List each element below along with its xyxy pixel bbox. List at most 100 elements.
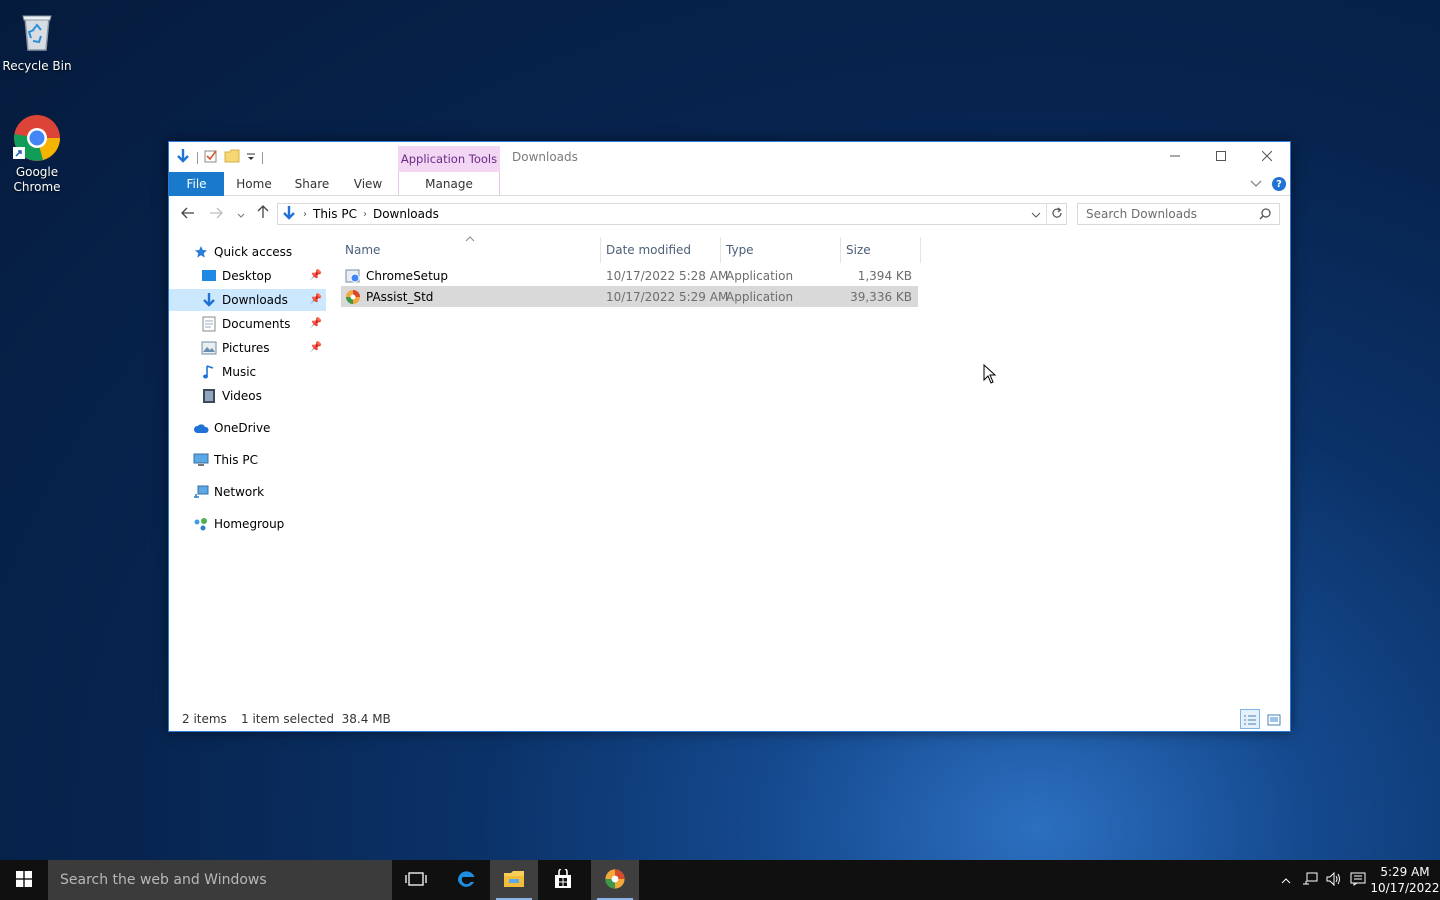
- item-count: 2 items: [182, 712, 227, 726]
- desktop-icon-label: Recycle Bin: [2, 59, 72, 73]
- file-date: 10/17/2022 5:29 AM: [606, 289, 729, 304]
- network-tray-icon: [1302, 872, 1318, 889]
- customize-qat-icon[interactable]: [246, 151, 256, 165]
- column-header-size[interactable]: Size: [842, 237, 921, 263]
- maximize-button[interactable]: [1198, 142, 1244, 172]
- search-icon: [1259, 208, 1271, 223]
- search-box[interactable]: [1077, 203, 1280, 225]
- installer-icon: [345, 265, 361, 286]
- tab-share[interactable]: Share: [285, 172, 339, 196]
- nav-item-videos[interactable]: Videos: [169, 385, 326, 407]
- close-button[interactable]: [1244, 142, 1290, 172]
- nav-item-quick-access[interactable]: Quick access: [169, 241, 326, 263]
- downloads-location-icon: [281, 205, 297, 224]
- search-input[interactable]: [1086, 207, 1256, 221]
- speaker-icon: [1326, 871, 1342, 889]
- navigation-pane: Quick access Desktop 📌 Downloads 📌 Docum…: [169, 237, 326, 707]
- desktop-icon-recycle-bin[interactable]: Recycle Bin: [0, 8, 74, 74]
- up-button[interactable]: [254, 205, 272, 223]
- task-view-button[interactable]: [392, 860, 440, 900]
- tab-file[interactable]: File: [169, 172, 224, 196]
- nav-item-music[interactable]: Music: [169, 361, 326, 383]
- large-icons-view-button[interactable]: [1264, 709, 1284, 729]
- desktop-folder-icon: [201, 268, 217, 284]
- nav-item-label: Music: [222, 365, 257, 379]
- refresh-button[interactable]: [1046, 204, 1066, 224]
- file-size: 1,394 KB: [857, 268, 912, 283]
- nav-item-desktop[interactable]: Desktop 📌: [169, 265, 326, 287]
- file-explorer-taskbar-button[interactable]: [490, 860, 538, 900]
- folder-icon: [503, 870, 525, 891]
- passist-taskbar-button[interactable]: [591, 860, 639, 900]
- window-title: Downloads: [512, 150, 578, 164]
- ribbon-right-controls: ?: [1250, 177, 1286, 191]
- expand-ribbon-icon[interactable]: [1250, 177, 1262, 191]
- downloads-folder-icon: [201, 292, 217, 308]
- tab-home[interactable]: Home: [227, 172, 281, 196]
- taskbar-search-box[interactable]: Search the web and Windows: [48, 860, 392, 900]
- edge-taskbar-button[interactable]: [442, 860, 490, 900]
- help-icon[interactable]: ?: [1272, 177, 1286, 191]
- nav-item-pictures[interactable]: Pictures 📌: [169, 337, 326, 359]
- nav-item-label: Desktop: [222, 269, 272, 283]
- music-icon: [201, 364, 217, 380]
- action-center-button[interactable]: [1346, 860, 1370, 900]
- start-button[interactable]: [0, 860, 48, 900]
- back-button[interactable]: [179, 205, 197, 223]
- chrome-icon: [13, 114, 61, 162]
- properties-icon[interactable]: [204, 149, 218, 166]
- chevron-up-icon: [1281, 873, 1291, 887]
- nav-item-label: Videos: [222, 389, 262, 403]
- title-bar[interactable]: Application Tools Downloads: [169, 142, 1290, 172]
- pin-icon[interactable]: 📌: [310, 342, 322, 353]
- edge-icon: [455, 868, 477, 893]
- column-header-date-modified[interactable]: Date modified: [602, 237, 721, 263]
- chevron-right-icon[interactable]: ›: [363, 209, 367, 220]
- new-folder-icon[interactable]: [224, 149, 240, 166]
- address-dropdown-button[interactable]: [1026, 204, 1046, 224]
- column-header-name[interactable]: Name: [341, 237, 601, 263]
- file-type: Application: [726, 289, 794, 304]
- chevron-right-icon[interactable]: ›: [303, 209, 307, 220]
- computer-icon: [193, 452, 209, 468]
- desktop-icon-chrome[interactable]: Google Chrome: [0, 114, 74, 195]
- file-row-chromesetup[interactable]: ChromeSetup 10/17/2022 5:28 AM Applicati…: [341, 265, 918, 286]
- file-type: Application: [726, 268, 794, 283]
- tab-manage[interactable]: Manage: [398, 172, 500, 196]
- pin-icon[interactable]: 📌: [310, 294, 322, 305]
- breadcrumb-downloads[interactable]: Downloads: [373, 207, 439, 221]
- nav-item-label: Homegroup: [214, 517, 285, 531]
- store-taskbar-button[interactable]: [539, 860, 587, 900]
- system-tray: 5:29 AM 10/17/2022: [1274, 860, 1440, 900]
- nav-item-documents[interactable]: Documents 📌: [169, 313, 326, 335]
- breadcrumb-this-pc[interactable]: This PC: [313, 207, 357, 221]
- chevron-down-icon: [1031, 208, 1041, 221]
- pin-icon[interactable]: 📌: [310, 270, 322, 281]
- column-header-type[interactable]: Type: [722, 237, 841, 263]
- nav-item-label: Downloads: [222, 293, 288, 307]
- nav-item-this-pc[interactable]: This PC: [169, 449, 326, 471]
- nav-item-network[interactable]: Network: [169, 481, 326, 503]
- address-bar[interactable]: › This PC › Downloads: [277, 203, 1067, 225]
- clock[interactable]: 5:29 AM 10/17/2022: [1370, 864, 1440, 896]
- file-row-passist-std[interactable]: PAssist_Std 10/17/2022 5:29 AM Applicati…: [341, 286, 918, 307]
- pin-icon[interactable]: 📌: [310, 318, 322, 329]
- task-view-icon: [405, 871, 427, 890]
- nav-item-onedrive[interactable]: OneDrive: [169, 417, 326, 439]
- show-hidden-icons-button[interactable]: [1274, 860, 1298, 900]
- volume-button[interactable]: [1322, 860, 1346, 900]
- recent-locations-button[interactable]: [232, 205, 250, 223]
- navigation-bar: › This PC › Downloads: [169, 197, 1290, 231]
- tab-view[interactable]: View: [343, 172, 393, 196]
- details-view-icon: [1243, 714, 1257, 729]
- homegroup-icon: [193, 516, 209, 532]
- nav-item-downloads[interactable]: Downloads 📌: [169, 289, 326, 311]
- notification-icon: [1350, 872, 1366, 889]
- forward-button[interactable]: [207, 205, 225, 223]
- nav-item-homegroup[interactable]: Homegroup: [169, 513, 326, 535]
- forward-arrow-icon: [209, 205, 223, 223]
- documents-icon: [201, 316, 217, 332]
- details-view-button[interactable]: [1240, 709, 1260, 729]
- network-tray-button[interactable]: [1298, 860, 1322, 900]
- minimize-button[interactable]: [1152, 142, 1198, 172]
